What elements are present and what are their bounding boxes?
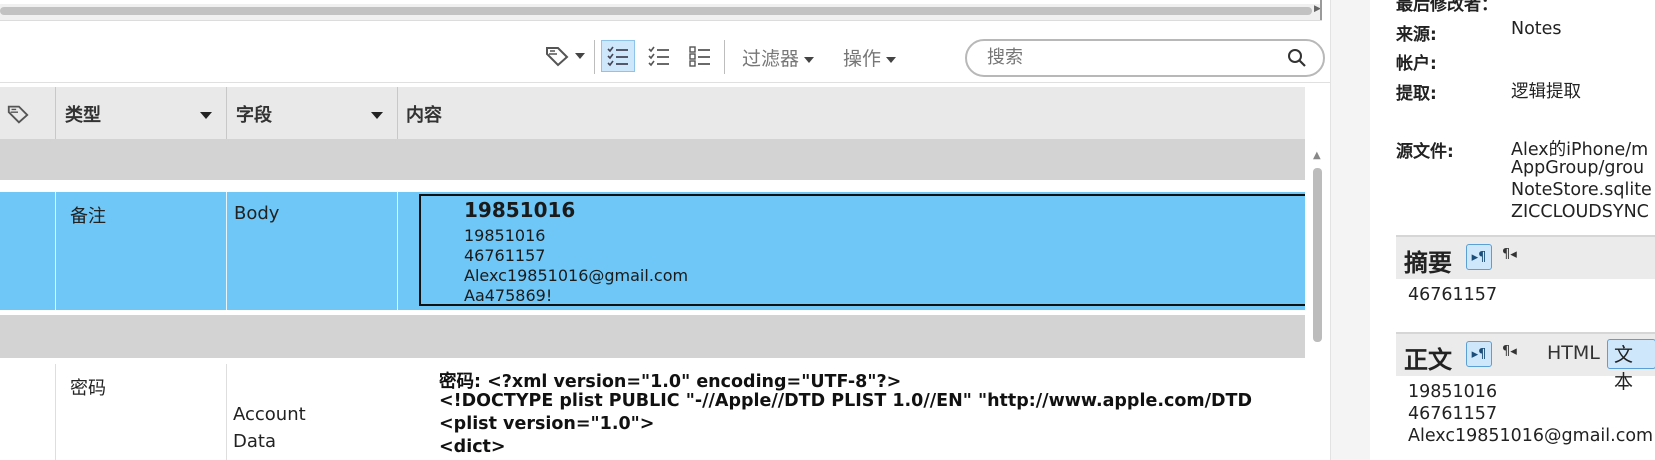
search-input[interactable] <box>987 47 1267 68</box>
body-title: 正文 <box>1404 346 1452 374</box>
cell-divider <box>55 364 56 460</box>
toolbar-divider <box>724 40 725 74</box>
source-file-line[interactable]: AppGroup/grou <box>1511 158 1644 178</box>
toolbar-bottom-border <box>0 82 1330 83</box>
extraction-value: 逻辑提取 <box>1511 82 1581 102</box>
details-panel: 最后修改者： 来源: Notes 帐户: 提取: 逻辑提取 源文件: Alex的… <box>1370 0 1655 460</box>
body-line: 46761157 <box>1408 404 1498 424</box>
html-view-tab[interactable]: HTML <box>1547 342 1600 364</box>
source-file-label: 源文件: <box>1396 142 1454 162</box>
source-value: Notes <box>1511 19 1562 39</box>
checklist-icon <box>607 46 628 67</box>
body-section-header: 正文 ▸¶ ¶◂ HTML 文本 <box>1396 332 1655 393</box>
search-icon[interactable] <box>1287 48 1307 68</box>
toolbar: 过滤器 操作 <box>0 36 1330 77</box>
table-row-selected[interactable]: 备注 Body 19851016 19851016 46761157 Alexc… <box>0 192 1305 310</box>
results-pane: ▶ 过滤器 操作 搜索 类型 字段 内容 备注 Body 19851016 19… <box>0 0 1330 460</box>
search-box[interactable] <box>965 39 1325 77</box>
summary-title: 摘要 <box>1404 249 1452 277</box>
unchecked-list-icon <box>689 46 710 67</box>
tag-icon <box>545 47 568 67</box>
results-table: 类型 字段 内容 备注 Body 19851016 19851016 46761… <box>0 87 1305 460</box>
chevron-down-icon <box>574 53 585 59</box>
column-divider[interactable] <box>397 87 398 141</box>
body-line: 19851016 <box>1408 382 1498 402</box>
content-line: <plist version="1.0"> <box>439 414 655 434</box>
tag-filter-button[interactable] <box>542 40 586 72</box>
cell-divider <box>55 192 56 310</box>
column-header-field[interactable]: 字段 <box>236 87 272 141</box>
pane-splitter[interactable] <box>1330 0 1371 460</box>
filter-dropdown[interactable]: 过滤器 <box>742 44 815 71</box>
cell-divider <box>226 364 227 460</box>
type-cell: 密码 <box>70 378 106 399</box>
scroll-up-arrow-icon[interactable]: ▲ <box>1313 150 1321 161</box>
content-line: 46761157 <box>464 246 546 265</box>
text-view-tab[interactable]: 文本 <box>1607 339 1655 393</box>
column-header-type[interactable]: 类型 <box>65 87 101 141</box>
field-cell-line: Data <box>233 431 276 452</box>
sort-caret-icon[interactable] <box>371 112 383 119</box>
content-cell[interactable]: 19851016 19851016 46761157 Alexc19851016… <box>419 194 1305 306</box>
scroll-edge-divider <box>1320 0 1322 20</box>
source-file-line[interactable]: ZICCLOUDSYNC <box>1511 202 1649 222</box>
last-modified-label: 最后修改者： <box>1396 0 1498 15</box>
cell-divider <box>226 192 227 310</box>
account-label: 帐户: <box>1396 54 1437 74</box>
unchecked-items-button[interactable] <box>683 40 717 72</box>
source-file-line[interactable]: NoteStore.sqlite <box>1511 180 1652 200</box>
vertical-scrollbar-thumb[interactable] <box>1313 168 1322 342</box>
checklist-view-button[interactable] <box>601 40 635 72</box>
summary-text: 46761157 <box>1408 285 1498 305</box>
content-line: <!DOCTYPE plist PUBLIC "-//Apple//DTD PL… <box>439 391 1252 411</box>
vertical-scrollbar[interactable]: ▲ <box>1310 150 1326 460</box>
content-line: 密码: <?xml version="1.0" encoding="UTF-8"… <box>439 372 902 392</box>
tag-column-header[interactable] <box>6 87 36 141</box>
hide-formatting-button[interactable]: ¶◂ <box>1502 247 1517 262</box>
content-line: Alexc19851016@gmail.com <box>464 266 689 285</box>
content-line: Aa475869! <box>464 286 553 305</box>
chevron-down-icon <box>886 56 897 63</box>
checked-items-button[interactable] <box>642 40 676 72</box>
actions-label: 操作 <box>843 48 882 70</box>
tag-icon <box>7 105 29 124</box>
show-formatting-button[interactable]: ▸¶ <box>1466 244 1492 270</box>
extraction-label: 提取: <box>1396 84 1437 104</box>
table-header: 类型 字段 内容 <box>0 87 1305 143</box>
show-formatting-button[interactable]: ▸¶ <box>1466 341 1492 367</box>
content-title: 19851016 <box>464 198 576 222</box>
content-line: <dict> <box>439 437 506 457</box>
sort-caret-icon[interactable] <box>200 112 212 119</box>
content-line: 19851016 <box>464 226 546 245</box>
group-row[interactable] <box>0 139 1305 180</box>
horizontal-scrollbar-thumb[interactable] <box>0 7 1312 15</box>
column-divider[interactable] <box>55 87 56 141</box>
table-row[interactable]: 密码 Account Data 密码: <?xml version="1.0" … <box>0 364 1305 460</box>
check-list-icon <box>648 46 669 67</box>
actions-dropdown[interactable]: 操作 <box>843 44 897 71</box>
field-cell: Body <box>234 203 280 224</box>
hide-formatting-button[interactable]: ¶◂ <box>1502 344 1517 359</box>
chevron-down-icon <box>804 56 815 63</box>
type-cell: 备注 <box>70 206 106 227</box>
group-row[interactable] <box>0 315 1305 358</box>
cell-divider <box>397 192 398 310</box>
filter-label: 过滤器 <box>742 48 800 70</box>
source-label: 来源: <box>1396 25 1437 45</box>
toolbar-divider <box>594 40 595 74</box>
column-divider[interactable] <box>226 87 227 141</box>
column-header-content[interactable]: 内容 <box>406 87 442 141</box>
body-line: Alexc19851016@gmail.com <box>1408 426 1654 446</box>
summary-section-header: 摘要 ▸¶ ¶◂ <box>1396 235 1655 279</box>
